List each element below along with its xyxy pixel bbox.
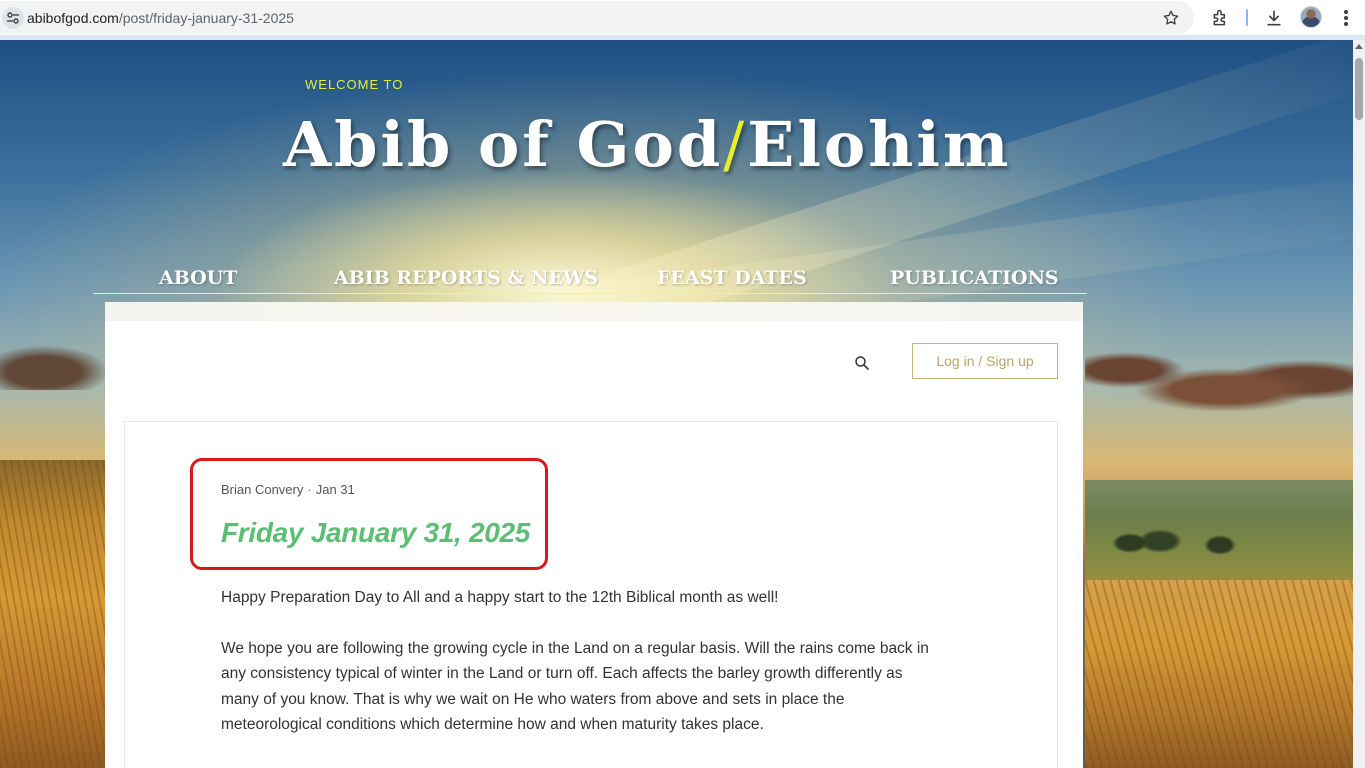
browser-toolbar: abibofgod.com/post/friday-january-31-202… (0, 0, 1365, 36)
nav-about[interactable]: ABOUT (159, 267, 237, 289)
site-title-part2: Elohim (747, 108, 1012, 181)
nav-feast-dates[interactable]: FEAST DATES (657, 267, 807, 289)
search-icon[interactable] (854, 355, 870, 371)
scroll-up-arrow-icon[interactable] (1355, 44, 1363, 49)
scroll-thumb[interactable] (1355, 58, 1363, 120)
post-body: Happy Preparation Day to All and a happy… (221, 585, 941, 763)
download-icon[interactable] (1264, 8, 1284, 28)
highlight-annotation-box (190, 458, 548, 570)
page-scrollbar[interactable] (1353, 40, 1365, 768)
meta-separator: · (307, 482, 312, 497)
url-domain: abibofgod.com (27, 9, 119, 26)
content-panel: Log in / Sign up Brian Convery · Jan 31 Fr… (105, 302, 1083, 768)
star-icon[interactable] (1162, 9, 1180, 27)
page-viewport: WELCOME TO Abib of God/Elohim ABOUT ABIB… (0, 40, 1353, 768)
post-title: Friday January 31, 2025 (221, 517, 531, 548)
panel-top-strip (105, 302, 1083, 321)
nav-publications[interactable]: PUBLICATIONS (890, 267, 1059, 289)
url-path: /post/friday-january-31-2025 (118, 9, 294, 26)
post-paragraph: We hope you are following the growing cy… (221, 639, 929, 734)
main-nav: ABOUT ABIB REPORTS & NEWS FEAST DATES PU… (93, 266, 1087, 294)
post-paragraph: Happy Preparation Day to All and a happy… (221, 589, 779, 606)
post-author[interactable]: Brian Convery (221, 482, 303, 497)
site-info-icon[interactable] (2, 6, 24, 29)
menu-icon[interactable] (1339, 8, 1353, 28)
site-title-part1: Abib of God (283, 108, 724, 181)
toolbar-divider (1246, 9, 1248, 26)
url-text[interactable]: abibofgod.com/post/friday-january-31-202… (27, 10, 294, 26)
background-wheat-field (1085, 580, 1353, 768)
nav-abib-reports-news[interactable]: ABIB REPORTS & NEWS (334, 267, 598, 289)
background-clouds (1085, 340, 1353, 420)
background-trees (1090, 525, 1290, 555)
background-wheat-field (0, 460, 110, 768)
background-clouds (0, 345, 110, 390)
welcome-text: WELCOME TO (305, 77, 404, 92)
extensions-icon[interactable] (1211, 8, 1231, 28)
login-signup-button[interactable]: Log in / Sign up (912, 343, 1058, 379)
address-bar[interactable]: abibofgod.com/post/friday-january-31-202… (0, 1, 1194, 34)
site-title[interactable]: Abib of God/Elohim (283, 108, 1012, 181)
post-meta: Brian Convery · Jan 31 (221, 482, 355, 497)
post-card: Brian Convery · Jan 31 Friday January 31, … (124, 421, 1058, 768)
site-title-slash: / (723, 108, 748, 181)
profile-avatar[interactable] (1300, 6, 1322, 28)
post-date: Jan 31 (315, 482, 355, 497)
